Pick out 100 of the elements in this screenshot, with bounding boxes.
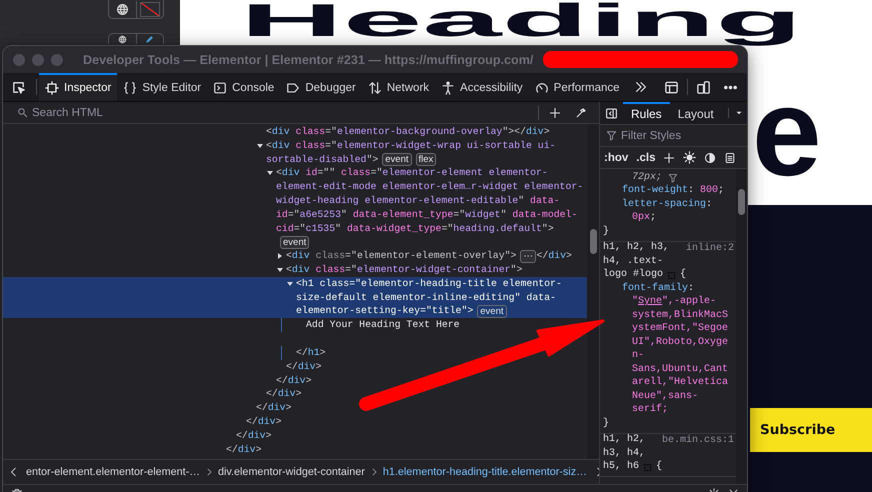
heading-text: Heading: [240, 0, 803, 45]
devtools-tab[interactable]: Performance: [528, 73, 626, 101]
markup-code: <div class="elementor-widget-wrap ui-sortable ui-: [266, 138, 556, 153]
light-scheme-button[interactable]: [683, 151, 696, 164]
markup-code: <div class="elementor-widget-container">: [286, 262, 522, 277]
markup-code: </div>: [286, 360, 322, 374]
source-link[interactable]: be.min.css:1: [656, 434, 736, 447]
source-link[interactable]: inline:2: [680, 242, 736, 255]
devtools-tab[interactable]: Network: [362, 73, 436, 101]
document-icon: [724, 152, 736, 164]
breadcrumb[interactable]: div.elementor-widget-container: [218, 466, 365, 478]
markup-node[interactable]: <h1 class="elementor-heading-title elementor- size-default elementor-inline-editing" data- elementor-setting-key="title"> event: [3, 276, 587, 318]
sidebar-icon: [605, 106, 618, 120]
picker-icon: [11, 80, 26, 94]
devtools-tab[interactable]: Debugger: [280, 73, 362, 101]
heading-text: e: [752, 85, 819, 180]
css-code: h3, h4,: [603, 446, 646, 460]
chevron-right-icon: [205, 468, 214, 476]
scrollbar-thumb[interactable]: [738, 189, 745, 215]
markup-code: </div>: [226, 442, 262, 456]
markup-code: <div class="elementor-background-overlay"></div>: [266, 125, 550, 139]
markup-code: Add Your Heading Text Here: [306, 318, 460, 332]
eyedropper-icon: [575, 106, 587, 118]
css-code: "Syne",-apple-: [632, 295, 716, 310]
plus-icon: [663, 152, 676, 164]
css-code: logo #logo: [603, 268, 664, 282]
search-field[interactable]: Search HTML: [11, 102, 532, 123]
markup-code: element-edit-mode elementor-elem…r-widget elementor-: [276, 180, 584, 194]
markup-code: </div>: [246, 414, 282, 429]
toggle-button[interactable]: :hov: [604, 152, 628, 164]
markup-code: </div>: [266, 387, 302, 402]
plus-icon: [549, 106, 561, 118]
gauge-icon: [534, 81, 549, 95]
css-code: h1, h2, h3,: [603, 241, 670, 256]
filter-icon: [606, 130, 617, 141]
sidebar-tab[interactable]: Layout: [670, 102, 722, 124]
toggle-button[interactable]: .cls: [636, 152, 656, 164]
css-code: n-: [632, 349, 644, 364]
markup-node[interactable]: <div class="elementor-background-overlay"></div>: [3, 125, 550, 139]
markup-code: </div>: [256, 401, 292, 415]
markup-code: <h1 class="elementor-heading-title elementor-: [296, 276, 562, 291]
markup-node[interactable]: <div class="elementor-widget-wrap ui-sortable ui- sortable-disabled"> event flex: [3, 138, 556, 166]
subscribe-button[interactable]: Subscribe: [750, 408, 872, 452]
globe-icon: [116, 3, 129, 16]
css-code: ystemFont,"Segoe: [632, 322, 728, 336]
markup-code: </div>: [536, 249, 572, 263]
inspector-icon: [45, 81, 59, 95]
markup-node[interactable]: <div class="elementor-element-overlay"> ⋯ </div>: [3, 249, 572, 263]
devtools-tab[interactable]: Accessibility: [435, 73, 529, 101]
disclosure-triangle-icon[interactable]: [256, 142, 264, 150]
breadcrumb[interactable]: h1.elementor-heading-title.elementor-siz…: [382, 466, 587, 478]
css-code: font-family:: [622, 282, 694, 296]
css-code: font-weight: 800;: [622, 184, 724, 198]
css-code: system,BlinkMacS: [632, 308, 728, 322]
markup-badge[interactable]: event: [382, 152, 412, 166]
markup-badge[interactable]: flex: [416, 152, 436, 166]
sidebar-tab[interactable]: Rules: [623, 102, 670, 124]
markup-code: <div id="" class="elementor-element elementor-: [276, 166, 548, 180]
markup-node[interactable]: <div class="elementor-widget-container">: [3, 262, 522, 277]
slash-icon: [140, 2, 160, 17]
css-code: h1, h2,: [603, 433, 646, 448]
globe-icon: [118, 34, 127, 44]
markup-code: id="a6e5253" data-element_type="widget" data-model-: [276, 208, 578, 222]
css-code: h5, h6: [603, 460, 640, 474]
filter-field[interactable]: Filter Styles: [606, 130, 682, 142]
css-code: letter-spacing:: [622, 198, 712, 212]
markup-code: widget-heading elementor-element-editable" data-: [276, 194, 560, 208]
devices-icon: [696, 80, 711, 94]
layout-icon: [664, 80, 679, 94]
disclosure-triangle-icon[interactable]: [276, 252, 284, 260]
scrollbar-thumb[interactable]: [590, 229, 597, 254]
css-code: {: [680, 268, 686, 282]
markup-code: cid="c1535" data-widget_type="heading.default">: [276, 222, 554, 236]
network-icon: [368, 81, 382, 95]
double-chevron-icon: [634, 80, 648, 94]
filter-icon: [668, 172, 678, 183]
accessibility-icon: [441, 81, 456, 95]
devtools-tab[interactable]: Inspector: [39, 73, 118, 101]
css-code: arell,"Helvetica: [632, 376, 728, 390]
debugger-icon: [286, 81, 300, 95]
markup-code: </div>: [236, 428, 272, 443]
console-icon: [213, 81, 228, 95]
devtools-tab[interactable]: Style Editor: [117, 73, 208, 101]
markup-badge[interactable]: event: [477, 304, 507, 318]
search-icon: [17, 107, 28, 118]
markup-code: </h1>: [296, 346, 326, 360]
markup-badge[interactable]: event: [280, 236, 310, 249]
breadcrumb[interactable]: entor-element.elementor-element-…: [26, 466, 200, 478]
css-code: 72px;: [632, 170, 662, 184]
css-code: 0px;: [632, 211, 656, 226]
add-rule-button[interactable]: [663, 152, 676, 164]
disclosure-triangle-icon[interactable]: [286, 280, 294, 288]
disclosure-triangle-icon[interactable]: [266, 169, 274, 178]
braces-icon: [123, 81, 138, 95]
dark-scheme-button[interactable]: [704, 152, 716, 164]
css-code: UI",Roboto,Oxyge: [632, 336, 728, 350]
disclosure-triangle-icon[interactable]: [276, 266, 284, 274]
markup-badge[interactable]: ⋯: [520, 250, 536, 263]
print-media-button[interactable]: [724, 152, 736, 164]
devtools-tab[interactable]: Console: [207, 73, 280, 101]
